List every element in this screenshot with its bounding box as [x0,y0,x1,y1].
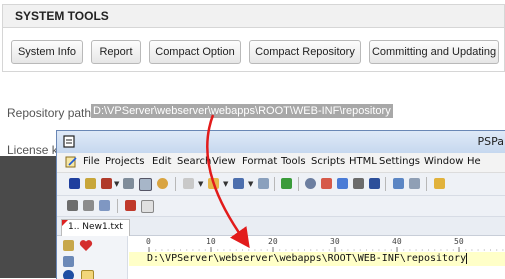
curved-arrow-icon [206,114,250,249]
